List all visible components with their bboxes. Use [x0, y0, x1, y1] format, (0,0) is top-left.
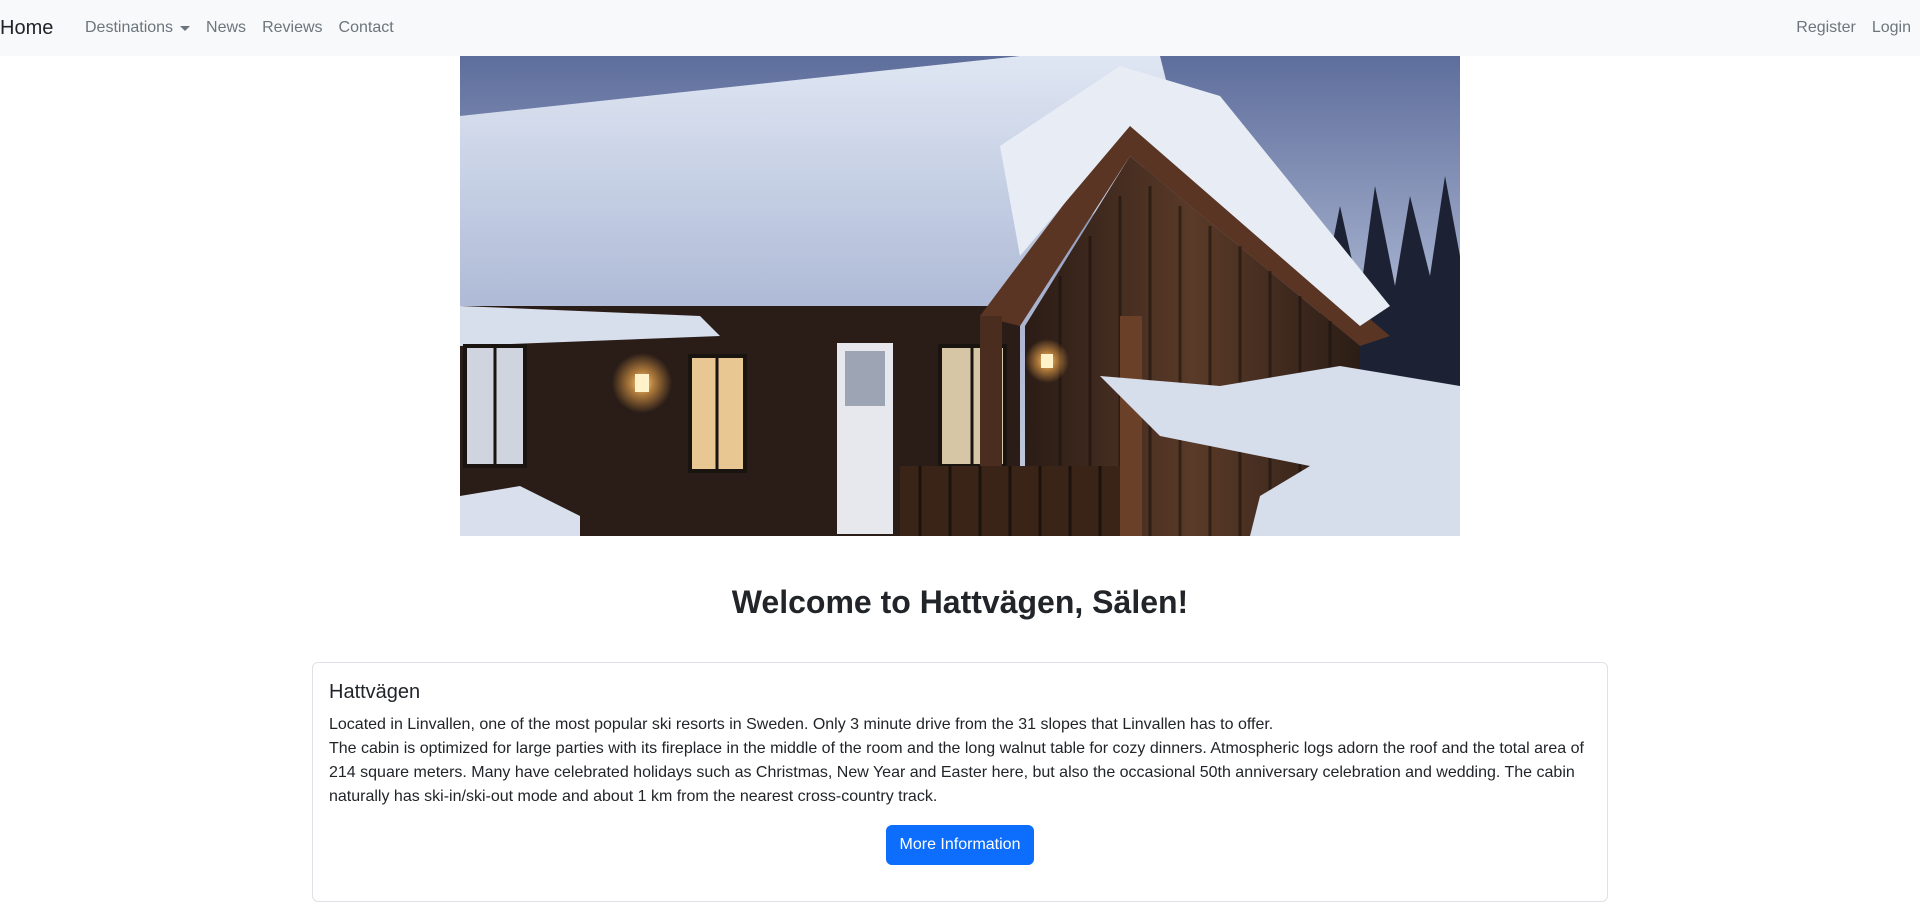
brand-home-link[interactable]: Home [0, 14, 53, 42]
navbar: Home Destinations News Reviews Contact R… [0, 0, 1920, 56]
hero-image [460, 56, 1460, 536]
nav-right: Register Login [1788, 0, 1919, 56]
button-wrap: More Information [329, 825, 1591, 865]
nav-left: Destinations News Reviews Contact [77, 0, 402, 56]
page-title: Welcome to Hattvägen, Sälen! [731, 584, 1189, 620]
more-information-button[interactable]: More Information [885, 825, 1035, 865]
chevron-down-icon [180, 25, 191, 31]
cabin-illustration [460, 56, 1460, 536]
nav-item-login[interactable]: Login [1864, 16, 1919, 40]
nav-item-contact[interactable]: Contact [331, 16, 402, 40]
nav-item-destinations[interactable]: Destinations [77, 16, 198, 40]
destination-card: Hattvägen Located in Linvallen, one of t… [312, 662, 1608, 902]
nav-item-register[interactable]: Register [1788, 16, 1864, 40]
card-text-line1: Located in Linvallen, one of the most po… [329, 716, 1274, 733]
card-title: Hattvägen [329, 681, 421, 703]
nav-item-destinations-label: Destinations [85, 19, 174, 36]
nav-item-reviews[interactable]: Reviews [254, 16, 330, 40]
card-text-line2: The cabin is optimized for large parties… [329, 740, 1584, 805]
nav-item-news[interactable]: News [198, 16, 254, 40]
